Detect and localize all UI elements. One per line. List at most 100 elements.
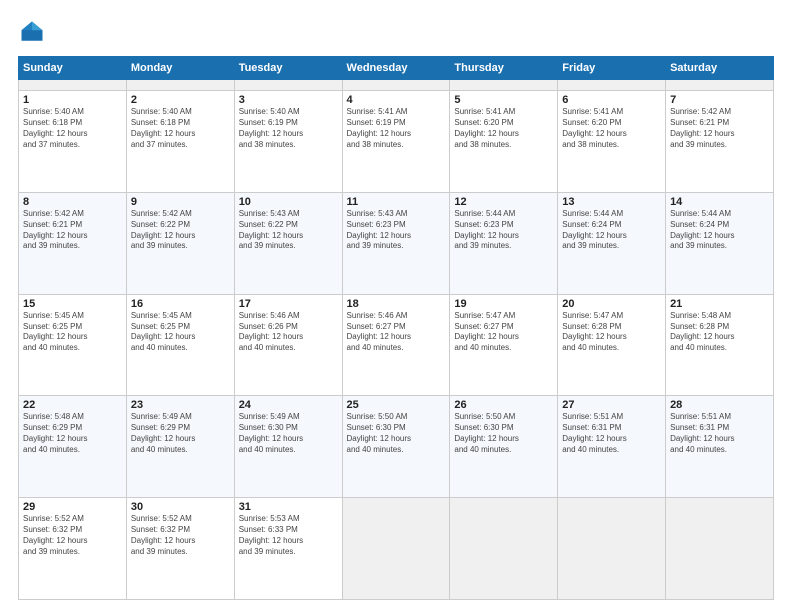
day-number: 8 (23, 196, 122, 208)
day-number: 14 (670, 196, 769, 208)
calendar-cell: 14Sunrise: 5:44 AM Sunset: 6:24 PM Dayli… (666, 193, 774, 295)
day-detail: Sunrise: 5:46 AM Sunset: 6:27 PM Dayligh… (347, 311, 446, 354)
day-detail: Sunrise: 5:44 AM Sunset: 6:24 PM Dayligh… (670, 209, 769, 252)
day-number: 25 (347, 399, 446, 411)
day-detail: Sunrise: 5:52 AM Sunset: 6:32 PM Dayligh… (131, 514, 230, 557)
calendar-cell: 16Sunrise: 5:45 AM Sunset: 6:25 PM Dayli… (126, 294, 234, 396)
day-detail: Sunrise: 5:47 AM Sunset: 6:27 PM Dayligh… (454, 311, 553, 354)
col-header-monday: Monday (126, 57, 234, 80)
col-header-sunday: Sunday (19, 57, 127, 80)
calendar-cell: 20Sunrise: 5:47 AM Sunset: 6:28 PM Dayli… (558, 294, 666, 396)
day-number: 26 (454, 399, 553, 411)
calendar-cell (666, 80, 774, 91)
day-detail: Sunrise: 5:42 AM Sunset: 6:22 PM Dayligh… (131, 209, 230, 252)
day-number: 10 (239, 196, 338, 208)
day-detail: Sunrise: 5:43 AM Sunset: 6:23 PM Dayligh… (347, 209, 446, 252)
logo-icon (18, 18, 46, 46)
calendar-cell: 5Sunrise: 5:41 AM Sunset: 6:20 PM Daylig… (450, 91, 558, 193)
day-detail: Sunrise: 5:40 AM Sunset: 6:19 PM Dayligh… (239, 107, 338, 150)
day-detail: Sunrise: 5:44 AM Sunset: 6:23 PM Dayligh… (454, 209, 553, 252)
calendar-cell: 2Sunrise: 5:40 AM Sunset: 6:18 PM Daylig… (126, 91, 234, 193)
day-detail: Sunrise: 5:41 AM Sunset: 6:20 PM Dayligh… (454, 107, 553, 150)
calendar-cell: 12Sunrise: 5:44 AM Sunset: 6:23 PM Dayli… (450, 193, 558, 295)
day-number: 28 (670, 399, 769, 411)
day-detail: Sunrise: 5:49 AM Sunset: 6:30 PM Dayligh… (239, 412, 338, 455)
day-detail: Sunrise: 5:52 AM Sunset: 6:32 PM Dayligh… (23, 514, 122, 557)
calendar-cell: 24Sunrise: 5:49 AM Sunset: 6:30 PM Dayli… (234, 396, 342, 498)
day-number: 6 (562, 94, 661, 106)
calendar-cell: 7Sunrise: 5:42 AM Sunset: 6:21 PM Daylig… (666, 91, 774, 193)
calendar-cell (19, 80, 127, 91)
day-number: 30 (131, 501, 230, 513)
page: SundayMondayTuesdayWednesdayThursdayFrid… (0, 0, 792, 612)
day-detail: Sunrise: 5:41 AM Sunset: 6:19 PM Dayligh… (347, 107, 446, 150)
calendar-cell: 31Sunrise: 5:53 AM Sunset: 6:33 PM Dayli… (234, 498, 342, 600)
day-detail: Sunrise: 5:50 AM Sunset: 6:30 PM Dayligh… (347, 412, 446, 455)
day-number: 13 (562, 196, 661, 208)
day-number: 29 (23, 501, 122, 513)
day-detail: Sunrise: 5:49 AM Sunset: 6:29 PM Dayligh… (131, 412, 230, 455)
calendar-cell: 10Sunrise: 5:43 AM Sunset: 6:22 PM Dayli… (234, 193, 342, 295)
day-detail: Sunrise: 5:41 AM Sunset: 6:20 PM Dayligh… (562, 107, 661, 150)
calendar-cell (126, 80, 234, 91)
calendar-cell: 26Sunrise: 5:50 AM Sunset: 6:30 PM Dayli… (450, 396, 558, 498)
calendar-cell: 4Sunrise: 5:41 AM Sunset: 6:19 PM Daylig… (342, 91, 450, 193)
col-header-friday: Friday (558, 57, 666, 80)
day-detail: Sunrise: 5:40 AM Sunset: 6:18 PM Dayligh… (131, 107, 230, 150)
day-number: 27 (562, 399, 661, 411)
calendar-cell: 17Sunrise: 5:46 AM Sunset: 6:26 PM Dayli… (234, 294, 342, 396)
day-number: 22 (23, 399, 122, 411)
day-detail: Sunrise: 5:48 AM Sunset: 6:28 PM Dayligh… (670, 311, 769, 354)
day-number: 5 (454, 94, 553, 106)
day-number: 1 (23, 94, 122, 106)
day-detail: Sunrise: 5:47 AM Sunset: 6:28 PM Dayligh… (562, 311, 661, 354)
day-detail: Sunrise: 5:40 AM Sunset: 6:18 PM Dayligh… (23, 107, 122, 150)
col-header-tuesday: Tuesday (234, 57, 342, 80)
day-number: 23 (131, 399, 230, 411)
day-detail: Sunrise: 5:42 AM Sunset: 6:21 PM Dayligh… (23, 209, 122, 252)
calendar-cell (342, 498, 450, 600)
day-detail: Sunrise: 5:45 AM Sunset: 6:25 PM Dayligh… (23, 311, 122, 354)
day-detail: Sunrise: 5:46 AM Sunset: 6:26 PM Dayligh… (239, 311, 338, 354)
calendar-cell: 18Sunrise: 5:46 AM Sunset: 6:27 PM Dayli… (342, 294, 450, 396)
day-detail: Sunrise: 5:48 AM Sunset: 6:29 PM Dayligh… (23, 412, 122, 455)
day-number: 21 (670, 298, 769, 310)
day-number: 19 (454, 298, 553, 310)
day-number: 24 (239, 399, 338, 411)
day-number: 3 (239, 94, 338, 106)
day-number: 17 (239, 298, 338, 310)
col-header-saturday: Saturday (666, 57, 774, 80)
calendar-cell: 11Sunrise: 5:43 AM Sunset: 6:23 PM Dayli… (342, 193, 450, 295)
day-detail: Sunrise: 5:51 AM Sunset: 6:31 PM Dayligh… (562, 412, 661, 455)
calendar-table: SundayMondayTuesdayWednesdayThursdayFrid… (18, 56, 774, 600)
calendar-cell: 19Sunrise: 5:47 AM Sunset: 6:27 PM Dayli… (450, 294, 558, 396)
calendar-week-3: 15Sunrise: 5:45 AM Sunset: 6:25 PM Dayli… (19, 294, 774, 396)
calendar-cell: 9Sunrise: 5:42 AM Sunset: 6:22 PM Daylig… (126, 193, 234, 295)
day-number: 16 (131, 298, 230, 310)
calendar-cell (558, 80, 666, 91)
calendar-cell: 13Sunrise: 5:44 AM Sunset: 6:24 PM Dayli… (558, 193, 666, 295)
col-header-thursday: Thursday (450, 57, 558, 80)
calendar-week-4: 22Sunrise: 5:48 AM Sunset: 6:29 PM Dayli… (19, 396, 774, 498)
calendar-cell (558, 498, 666, 600)
day-detail: Sunrise: 5:51 AM Sunset: 6:31 PM Dayligh… (670, 412, 769, 455)
calendar-cell: 25Sunrise: 5:50 AM Sunset: 6:30 PM Dayli… (342, 396, 450, 498)
calendar-cell: 29Sunrise: 5:52 AM Sunset: 6:32 PM Dayli… (19, 498, 127, 600)
day-detail: Sunrise: 5:45 AM Sunset: 6:25 PM Dayligh… (131, 311, 230, 354)
logo (18, 18, 50, 46)
calendar-week-1: 1Sunrise: 5:40 AM Sunset: 6:18 PM Daylig… (19, 91, 774, 193)
calendar-cell: 21Sunrise: 5:48 AM Sunset: 6:28 PM Dayli… (666, 294, 774, 396)
calendar-cell: 15Sunrise: 5:45 AM Sunset: 6:25 PM Dayli… (19, 294, 127, 396)
day-detail: Sunrise: 5:53 AM Sunset: 6:33 PM Dayligh… (239, 514, 338, 557)
calendar-header-row: SundayMondayTuesdayWednesdayThursdayFrid… (19, 57, 774, 80)
calendar-cell: 30Sunrise: 5:52 AM Sunset: 6:32 PM Dayli… (126, 498, 234, 600)
day-number: 4 (347, 94, 446, 106)
calendar-cell (450, 80, 558, 91)
calendar-cell: 23Sunrise: 5:49 AM Sunset: 6:29 PM Dayli… (126, 396, 234, 498)
calendar-cell: 28Sunrise: 5:51 AM Sunset: 6:31 PM Dayli… (666, 396, 774, 498)
day-detail: Sunrise: 5:43 AM Sunset: 6:22 PM Dayligh… (239, 209, 338, 252)
calendar-cell: 6Sunrise: 5:41 AM Sunset: 6:20 PM Daylig… (558, 91, 666, 193)
day-number: 31 (239, 501, 338, 513)
day-number: 15 (23, 298, 122, 310)
day-number: 11 (347, 196, 446, 208)
